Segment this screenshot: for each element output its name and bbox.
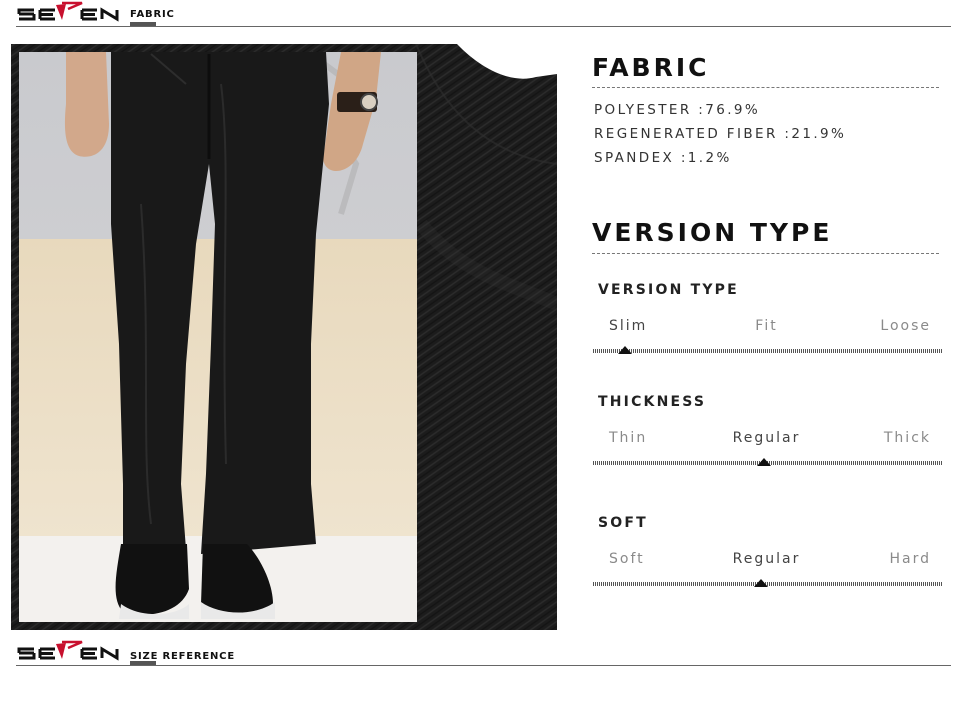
attribute-label-version-type: VERSION TYPE bbox=[598, 282, 739, 298]
selection-marker-icon bbox=[618, 346, 632, 354]
seven-logo-icon bbox=[17, 1, 119, 22]
version-type-title: VERSION TYPE bbox=[592, 218, 833, 247]
version-divider bbox=[592, 253, 939, 254]
attribute-label-soft: SOFT bbox=[598, 515, 648, 531]
option-regular: Regular bbox=[732, 430, 801, 446]
footer-rule bbox=[16, 665, 951, 666]
version-type-scale bbox=[593, 349, 942, 353]
header-label: FABRIC bbox=[130, 9, 175, 20]
seven-logo-icon bbox=[17, 640, 119, 661]
model-photo bbox=[19, 51, 417, 622]
option-fit: Fit bbox=[755, 318, 778, 334]
footer-bar: SIZE REFERENCE bbox=[16, 639, 951, 667]
selection-marker-icon bbox=[754, 579, 768, 587]
option-slim: Slim bbox=[609, 318, 648, 334]
option-thick: Thick bbox=[883, 430, 931, 446]
header-bar: FABRIC bbox=[16, 0, 951, 28]
fabric-divider bbox=[592, 87, 939, 88]
fabric-composition-item: POLYESTER :76.9% bbox=[594, 102, 761, 118]
option-regular: Regular bbox=[732, 551, 801, 567]
option-soft: Soft bbox=[609, 551, 645, 567]
attribute-label-thickness: THICKNESS bbox=[598, 394, 707, 410]
fabric-title: FABRIC bbox=[592, 53, 710, 82]
option-hard: Hard bbox=[889, 551, 931, 567]
option-thin: Thin bbox=[609, 430, 648, 446]
selection-marker-icon bbox=[757, 458, 771, 466]
header-rule bbox=[16, 26, 951, 27]
fabric-composition-item: REGENERATED FIBER :21.9% bbox=[594, 126, 847, 142]
option-loose: Loose bbox=[880, 318, 931, 334]
fabric-composition-item: SPANDEX :1.2% bbox=[594, 150, 732, 166]
product-photo bbox=[11, 44, 557, 630]
